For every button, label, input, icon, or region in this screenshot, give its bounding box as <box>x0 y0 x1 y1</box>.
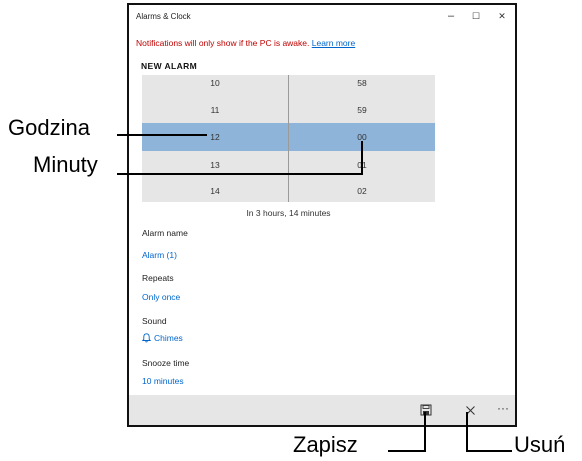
minute-option[interactable]: 59 <box>289 96 435 124</box>
more-button[interactable]: ··· <box>495 400 511 416</box>
hour-option[interactable]: 11 <box>142 96 288 124</box>
minimize-button[interactable]: – <box>444 10 458 22</box>
callout-minutes-line-v <box>361 141 363 175</box>
repeats-value[interactable]: Only once <box>142 292 180 302</box>
callout-minutes-label: Minuty <box>33 152 98 177</box>
learn-more-link[interactable]: Learn more <box>312 38 355 48</box>
snooze-label: Snooze time <box>142 358 190 368</box>
picker-row-selected: 12 00 <box>142 123 435 151</box>
close-button[interactable]: ✕ <box>495 11 509 22</box>
callout-hour-line <box>117 134 207 136</box>
picker-row: 14 02 <box>142 177 435 202</box>
callout-delete-label: Usuń <box>514 432 566 457</box>
command-bar: ··· <box>129 395 515 425</box>
page-title: NEW ALARM <box>141 61 198 71</box>
notice-text: Notifications will only show if the PC i… <box>136 38 310 48</box>
repeats-label: Repeats <box>142 273 174 283</box>
hour-option[interactable]: 14 <box>142 177 288 202</box>
sound-label: Sound <box>142 316 167 326</box>
sound-value[interactable]: Chimes <box>142 333 183 343</box>
callout-delete-line-h <box>466 450 512 452</box>
callout-hour-label: Godzina <box>8 115 90 140</box>
alarm-name-value[interactable]: Alarm (1) <box>142 250 177 260</box>
callout-save-line-h <box>388 450 426 452</box>
sound-name: Chimes <box>154 333 183 343</box>
window-title: Alarms & Clock <box>136 12 191 21</box>
bell-icon <box>142 333 151 343</box>
time-until-alarm: In 3 hours, 14 minutes <box>246 208 331 218</box>
minute-option[interactable]: 58 <box>289 75 435 97</box>
alarm-window: Alarms & Clock – ☐ ✕ Notifications will … <box>127 3 517 427</box>
minute-option[interactable]: 02 <box>289 177 435 202</box>
callout-save-label: Zapisz <box>293 432 358 457</box>
snooze-value[interactable]: 10 minutes <box>142 376 184 386</box>
picker-row: 11 59 <box>142 96 435 124</box>
hour-option[interactable]: 10 <box>142 75 288 97</box>
awake-notice: Notifications will only show if the PC i… <box>136 38 355 48</box>
alarm-name-label: Alarm name <box>142 228 188 238</box>
callout-delete-line-v <box>466 412 468 452</box>
save-button[interactable] <box>418 402 434 418</box>
picker-row: 10 58 <box>142 75 435 97</box>
callout-save-line-v <box>424 412 426 452</box>
title-bar: Alarms & Clock – ☐ ✕ <box>129 5 515 31</box>
time-picker[interactable]: 10 58 11 59 12 00 13 01 14 02 <box>142 75 435 202</box>
maximize-button[interactable]: ☐ <box>469 11 483 22</box>
hour-option-selected[interactable]: 12 <box>142 123 288 151</box>
save-icon <box>420 404 432 416</box>
callout-minutes-line-h <box>117 173 363 175</box>
delete-button[interactable] <box>462 402 478 418</box>
